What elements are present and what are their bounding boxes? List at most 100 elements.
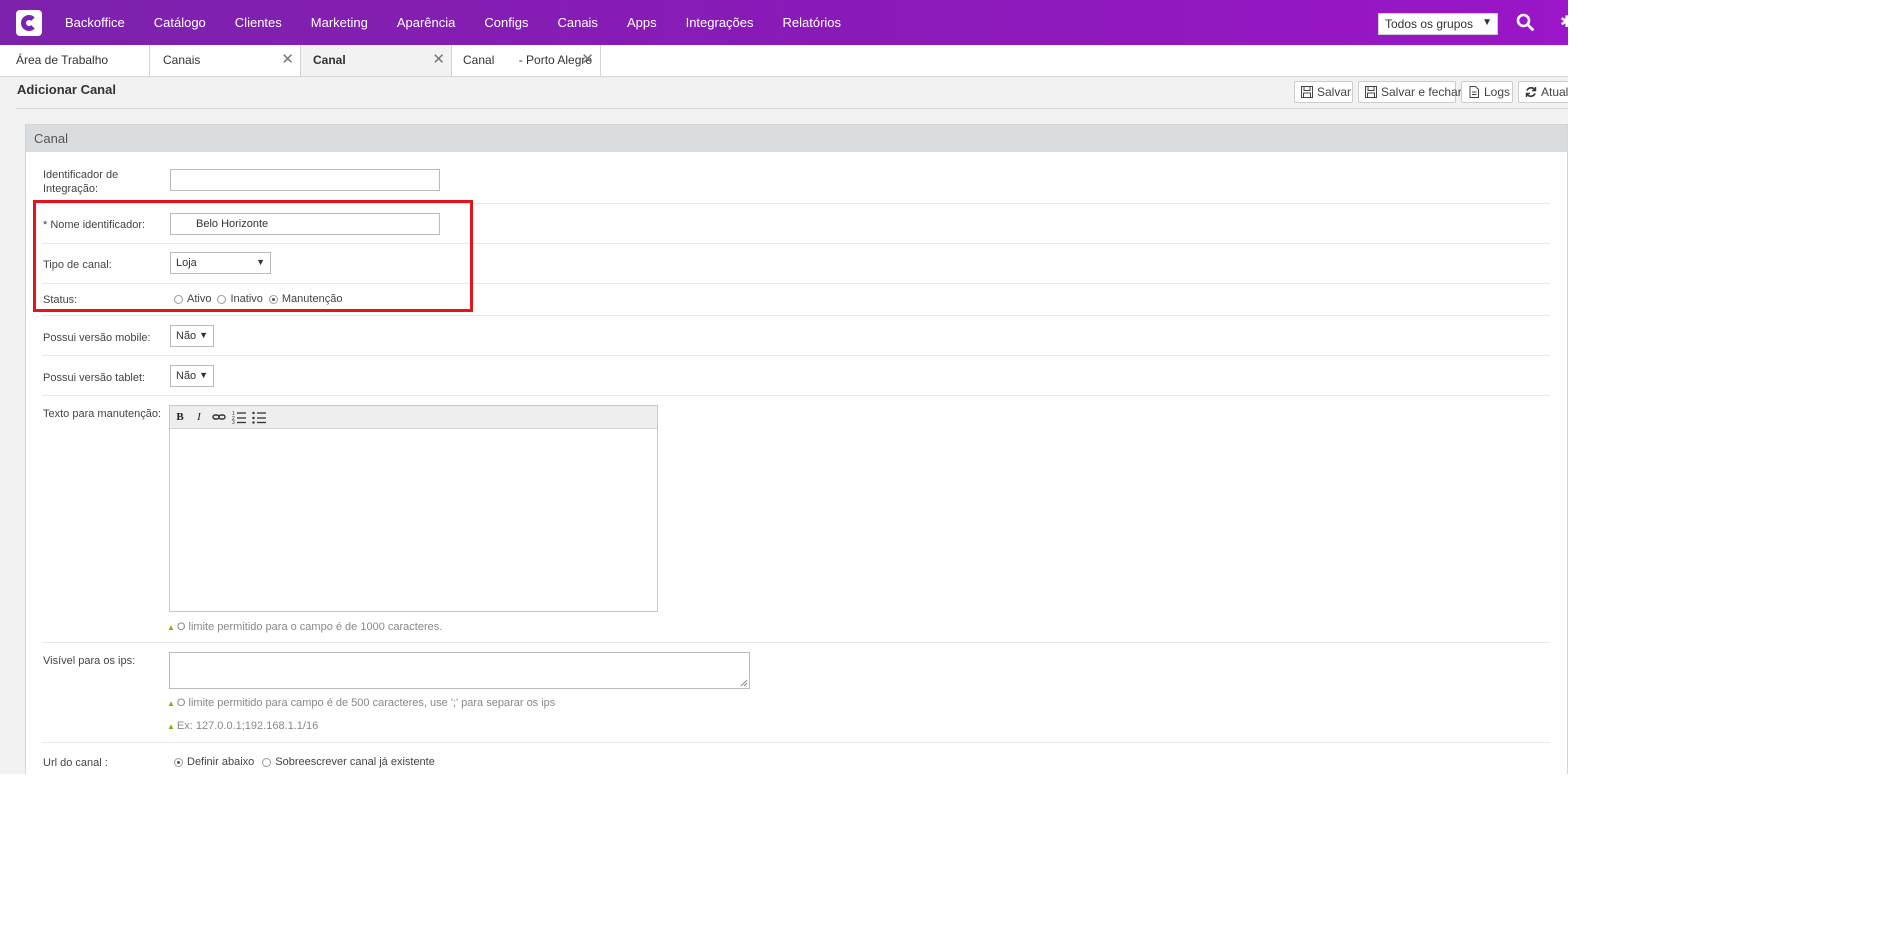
close-icon[interactable]: ✕ <box>581 50 594 68</box>
italic-icon[interactable]: I <box>192 410 206 424</box>
tab-canais[interactable]: Canais ✕ <box>150 45 301 76</box>
tab-canal-active[interactable]: Canal ✕ <box>301 45 452 76</box>
tab-canal-porto-alegre[interactable]: Canal - Porto Alegre ✕ <box>452 45 601 76</box>
save-button[interactable]: Salvar <box>1294 81 1353 103</box>
nav-item-clientes[interactable]: Clientes <box>235 15 282 30</box>
refresh-button-label: Atuali <box>1541 85 1568 99</box>
url-radio-group: Definir abaixo Sobreescrever canal já ex… <box>174 756 441 768</box>
chevron-down-icon: ▼ <box>256 257 265 267</box>
visible-ips-example-text: Ex: 127.0.0.1;192.168.1.1/16 <box>176 720 319 732</box>
status-label: Status: <box>43 294 78 306</box>
status-ativo-label: Ativo <box>187 293 212 305</box>
channel-type-select[interactable]: Loja ▼ <box>170 252 271 274</box>
visible-ips-textarea[interactable] <box>169 652 750 689</box>
arrow-up-icon: ▲ <box>167 623 175 632</box>
link-icon[interactable] <box>212 410 226 424</box>
mobile-select[interactable]: Não ▼ <box>170 325 214 347</box>
channel-type-label: Tipo de canal: <box>43 259 112 271</box>
maintenance-text-label: Texto para manutenção: <box>43 408 162 420</box>
logs-button-label: Logs <box>1484 85 1511 99</box>
resize-handle-icon[interactable] <box>740 679 748 687</box>
tab-label: Canal <box>313 53 346 67</box>
nav-item-marketing[interactable]: Marketing <box>311 15 368 30</box>
channel-type-value: Loja <box>176 257 197 269</box>
tab-label: Canal <box>463 53 495 67</box>
divider <box>16 108 1568 109</box>
visible-ips-hint: ▲ O limite permitido para campo é de 500 … <box>167 697 555 709</box>
brand-logo-icon[interactable] <box>16 10 42 36</box>
status-inativo-radio[interactable] <box>217 294 227 304</box>
tablet-select[interactable]: Não ▼ <box>170 365 214 387</box>
main-nav: Backoffice Catálogo Clientes Marketing A… <box>65 0 870 45</box>
nav-item-aparencia[interactable]: Aparência <box>397 15 456 30</box>
save-and-close-button[interactable]: Salvar e fechar <box>1358 81 1462 103</box>
visible-ips-label: Visível para os ips: <box>43 655 136 667</box>
name-label: * Nome identificador: <box>43 219 146 231</box>
close-icon[interactable]: ✕ <box>281 50 294 68</box>
integration-id-input[interactable] <box>170 169 440 191</box>
mobile-select-value: Não <box>176 330 197 342</box>
tablet-label: Possui versão tablet: <box>43 372 146 384</box>
group-select[interactable]: Todos os grupos ▼ <box>1378 13 1498 35</box>
close-icon[interactable]: ✕ <box>432 50 445 68</box>
gear-icon[interactable]: ✱ <box>1560 14 1568 32</box>
panel-title: Canal <box>26 125 1567 152</box>
save-and-close-label: Salvar e fechar <box>1381 85 1462 99</box>
status-ativo-radio[interactable] <box>174 294 183 304</box>
chevron-down-icon: ▼ <box>1482 17 1492 28</box>
app-window: Backoffice Catálogo Clientes Marketing A… <box>0 0 1568 774</box>
nav-item-apps[interactable]: Apps <box>627 15 657 30</box>
status-radio-group: Ativo Inativo Manutenção <box>174 293 348 305</box>
nav-item-integracoes[interactable]: Integrações <box>686 15 754 30</box>
tab-label: Área de Trabalho <box>16 53 109 67</box>
search-icon[interactable] <box>1516 13 1534 31</box>
editor-toolbar: B I 1 2 3 <box>170 406 657 429</box>
save-icon <box>1301 86 1313 98</box>
divider <box>42 742 1550 743</box>
arrow-up-icon: ▲ <box>167 699 175 708</box>
url-define-below-radio[interactable] <box>174 757 183 767</box>
status-manutencao-radio[interactable] <box>268 294 278 304</box>
group-select-value: Todos os grupos <box>1385 17 1474 31</box>
refresh-icon <box>1525 87 1537 97</box>
maintenance-hint-text: O limite permitido para o campo é de 100… <box>176 621 443 633</box>
maintenance-text-hint: ▲ O limite permitido para o campo é de 10… <box>167 621 442 633</box>
page-title: Adicionar Canal <box>17 82 116 97</box>
integration-id-label: Identificador de Integração: <box>43 169 119 195</box>
nav-item-backoffice[interactable]: Backoffice <box>65 15 125 30</box>
top-navbar: Backoffice Catálogo Clientes Marketing A… <box>0 0 1568 45</box>
bold-icon[interactable]: B <box>173 410 187 424</box>
divider <box>42 203 1550 204</box>
nav-item-catalogo[interactable]: Catálogo <box>154 15 206 30</box>
tablet-select-value: Não <box>176 370 197 382</box>
nav-item-configs[interactable]: Configs <box>484 15 528 30</box>
divider <box>42 315 1550 316</box>
visible-ips-example: ▲ Ex: 127.0.0.1;192.168.1.1/16 <box>167 720 318 732</box>
logs-button[interactable]: Logs <box>1461 81 1513 103</box>
divider <box>42 355 1550 356</box>
url-overwrite-label: Sobreescrever canal já existente <box>275 756 435 768</box>
chevron-down-icon: ▼ <box>199 370 208 380</box>
refresh-button[interactable]: Atuali <box>1518 81 1568 103</box>
url-define-below-label: Definir abaixo <box>187 756 255 768</box>
tab-label: Canais <box>163 53 201 67</box>
ordered-list-icon[interactable]: 1 2 3 <box>232 410 246 424</box>
document-icon <box>1469 86 1479 98</box>
url-overwrite-radio[interactable] <box>262 757 272 767</box>
bullet-list-icon[interactable] <box>252 410 266 424</box>
url-label: Url do canal : <box>43 757 108 769</box>
nav-item-relatorios[interactable]: Relatórios <box>783 15 842 30</box>
nav-item-canais[interactable]: Canais <box>557 15 597 30</box>
divider <box>42 283 1550 284</box>
status-inativo-label: Inativo <box>230 293 263 305</box>
divider <box>42 642 1550 643</box>
svg-text:3: 3 <box>232 420 235 424</box>
divider <box>42 395 1550 396</box>
status-manutencao-label: Manutenção <box>281 293 343 305</box>
channel-form-panel: Canal Identificador de Integração: * Nom… <box>25 124 1568 774</box>
mobile-label: Possui versão mobile: <box>43 332 151 344</box>
arrow-up-icon: ▲ <box>167 722 175 731</box>
maintenance-text-editor[interactable]: B I 1 2 3 <box>169 405 658 612</box>
tab-area-de-trabalho[interactable]: Área de Trabalho <box>0 45 150 76</box>
name-input[interactable]: Belo Horizonte <box>170 213 440 235</box>
